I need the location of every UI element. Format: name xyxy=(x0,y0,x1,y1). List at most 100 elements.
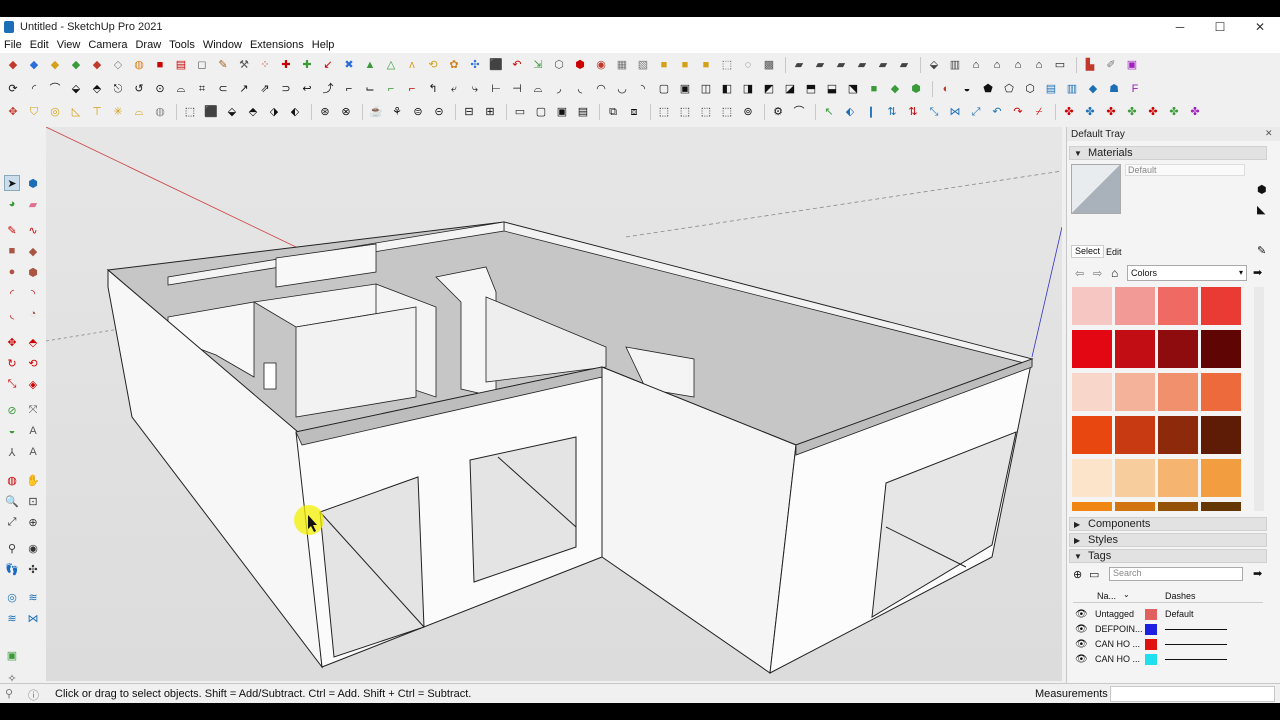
extension-tool-icon[interactable]: ✚ xyxy=(298,56,316,74)
col-name[interactable]: Na... xyxy=(1097,591,1116,601)
color-swatch[interactable] xyxy=(1072,502,1112,511)
extension-tool-icon[interactable]: ◆ xyxy=(46,56,64,74)
style-icon[interactable]: F xyxy=(1126,80,1144,98)
extension-tool-icon[interactable]: ▩ xyxy=(760,56,778,74)
extension-tool-icon[interactable]: ✎ xyxy=(214,56,232,74)
materials-panel-header[interactable]: ▼ Materials xyxy=(1069,146,1267,160)
style-icon[interactable]: ◒ xyxy=(958,80,976,98)
extension-tool-icon[interactable]: ■ xyxy=(697,56,715,74)
draw-tool-icon[interactable]: ↰ xyxy=(424,80,442,98)
draw-tool-icon[interactable]: ⌗ xyxy=(193,80,211,98)
sandbox-stamp-icon[interactable]: ≋ xyxy=(25,589,41,605)
sandbox-icon[interactable]: ⌓ xyxy=(130,103,148,121)
eraser-icon[interactable]: ▰ xyxy=(25,196,41,212)
extension-tool-icon[interactable]: ▰ xyxy=(832,56,850,74)
tag-row[interactable]: 👁 CAN HO ... xyxy=(1073,637,1263,651)
shadow-tool-icon[interactable]: ⚘ xyxy=(388,103,406,121)
paint-bucket-icon[interactable]: ◕ xyxy=(4,196,20,212)
menu-tools[interactable]: Tools xyxy=(169,39,195,51)
select-arrow-icon[interactable]: ➤ xyxy=(4,175,20,191)
component-tool-icon[interactable]: ⧈ xyxy=(625,103,643,121)
tag-color[interactable] xyxy=(1145,653,1157,665)
plugin-tool-icon[interactable]: ⬖ xyxy=(841,103,859,121)
maximize-button[interactable]: ☐ xyxy=(1200,17,1240,37)
warehouse-icon[interactable]: ▙ xyxy=(1081,56,1099,74)
draw-tool-icon[interactable]: ⎋ xyxy=(109,80,127,98)
plugin-tool-icon[interactable]: ✤ xyxy=(1186,103,1204,121)
extension-tool-icon[interactable]: ▲ xyxy=(361,56,379,74)
tag-search-input[interactable]: Search xyxy=(1109,567,1243,581)
sandbox-icon[interactable]: ✳ xyxy=(109,103,127,121)
menu-view[interactable]: View xyxy=(57,39,81,51)
extension-tool-icon[interactable]: ᴧ xyxy=(403,56,421,74)
color-swatch[interactable] xyxy=(1115,373,1155,411)
color-swatch[interactable] xyxy=(1158,373,1198,411)
pan-icon[interactable]: ✋ xyxy=(25,472,41,488)
plugin-tool-icon[interactable]: ⤡ xyxy=(925,103,943,121)
polygon-icon[interactable]: ⬢ xyxy=(25,264,41,280)
menu-camera[interactable]: Camera xyxy=(88,39,127,51)
style-icon[interactable]: ▥ xyxy=(1063,80,1081,98)
menu-file[interactable]: File xyxy=(4,39,22,51)
component-tool-icon[interactable]: ⧉ xyxy=(604,103,622,121)
measurements-input[interactable] xyxy=(1110,686,1275,702)
extension-tool-icon[interactable]: ◆ xyxy=(4,56,22,74)
offset-icon[interactable]: ◈ xyxy=(25,376,41,392)
details-arrow-icon[interactable]: ➡ xyxy=(1253,567,1262,580)
plugin-tool-icon[interactable]: ⋈ xyxy=(946,103,964,121)
draw-tool-icon[interactable]: ⌐ xyxy=(340,80,358,98)
extension-tool-icon[interactable]: ◇ xyxy=(109,56,127,74)
menu-window[interactable]: Window xyxy=(203,39,242,51)
draw-tool-icon[interactable]: ⊢ xyxy=(487,80,505,98)
sandbox-icon[interactable]: ◺ xyxy=(67,103,85,121)
extension-tool-icon[interactable]: ◌ xyxy=(739,56,757,74)
settings-icon[interactable]: ⌒ xyxy=(790,103,808,121)
position-camera-icon[interactable]: ⚲ xyxy=(4,540,20,556)
extension-tool-icon[interactable]: ✣ xyxy=(466,56,484,74)
orbit-icon[interactable]: ◍ xyxy=(4,472,20,488)
draw-tool-icon[interactable]: ◞ xyxy=(550,80,568,98)
tags-panel-header[interactable]: ▼ Tags xyxy=(1069,549,1267,563)
rectangle-icon[interactable]: ■ xyxy=(4,243,20,259)
extension-tool-icon[interactable]: ▰ xyxy=(874,56,892,74)
draw-tool-icon[interactable]: ⟳ xyxy=(4,80,22,98)
color-swatch[interactable] xyxy=(1115,416,1155,454)
tag-name[interactable]: Untagged xyxy=(1095,609,1134,619)
draw-tool-icon[interactable]: ⌐ xyxy=(403,80,421,98)
draw-tool-icon[interactable]: ◩ xyxy=(760,80,778,98)
dimension-icon[interactable]: ⤧ xyxy=(25,402,41,418)
plugin-tool-icon[interactable]: ↷ xyxy=(1009,103,1027,121)
plugin-tool-icon[interactable]: ↶ xyxy=(988,103,1006,121)
right-view-icon[interactable]: ⌂ xyxy=(988,56,1006,74)
draw-tool-icon[interactable]: ↗ xyxy=(235,80,253,98)
color-swatch[interactable] xyxy=(1115,502,1155,511)
color-swatch[interactable] xyxy=(1158,416,1198,454)
color-swatch[interactable] xyxy=(1072,330,1112,368)
menu-extensions[interactable]: Extensions xyxy=(250,39,304,51)
rotate-icon[interactable]: ↻ xyxy=(4,355,20,371)
plugin-tool-icon[interactable]: ✤ xyxy=(1081,103,1099,121)
section-tool-icon[interactable]: ⊟ xyxy=(460,103,478,121)
extension-tool-icon[interactable]: ◆ xyxy=(88,56,106,74)
shadow-tool-icon[interactable]: ☕ xyxy=(367,103,385,121)
extension-tool-icon[interactable]: ✿ xyxy=(445,56,463,74)
sandbox-flip-icon[interactable]: ⋈ xyxy=(25,610,41,626)
plugin-tool-icon[interactable]: ❙ xyxy=(862,103,880,121)
draw-tool-icon[interactable]: ⇗ xyxy=(256,80,274,98)
plugin-tool-icon[interactable]: ⤢ xyxy=(967,103,985,121)
plugin-tool-icon[interactable]: ↖ xyxy=(820,103,838,121)
extension-tool-icon[interactable]: ◻ xyxy=(193,56,211,74)
classifier-icon[interactable]: ▣ xyxy=(4,647,20,663)
extension-tool-icon[interactable]: ⇲ xyxy=(529,56,547,74)
color-swatch[interactable] xyxy=(1158,502,1198,511)
walk-icon[interactable]: 👣 xyxy=(4,561,20,577)
face-style-icon[interactable]: ⬚ xyxy=(655,103,673,121)
material-preview[interactable] xyxy=(1071,164,1121,214)
color-swatch[interactable] xyxy=(1201,502,1241,511)
tag-dash[interactable]: Default xyxy=(1165,609,1194,619)
sandbox-icon[interactable]: ⊤ xyxy=(88,103,106,121)
tray-close-icon[interactable]: ✕ xyxy=(1265,128,1275,138)
extension-tool-icon[interactable]: ■ xyxy=(676,56,694,74)
sandbox-smoove-icon[interactable]: ◎ xyxy=(4,589,20,605)
extension-manager-icon[interactable]: ▣ xyxy=(1123,56,1141,74)
